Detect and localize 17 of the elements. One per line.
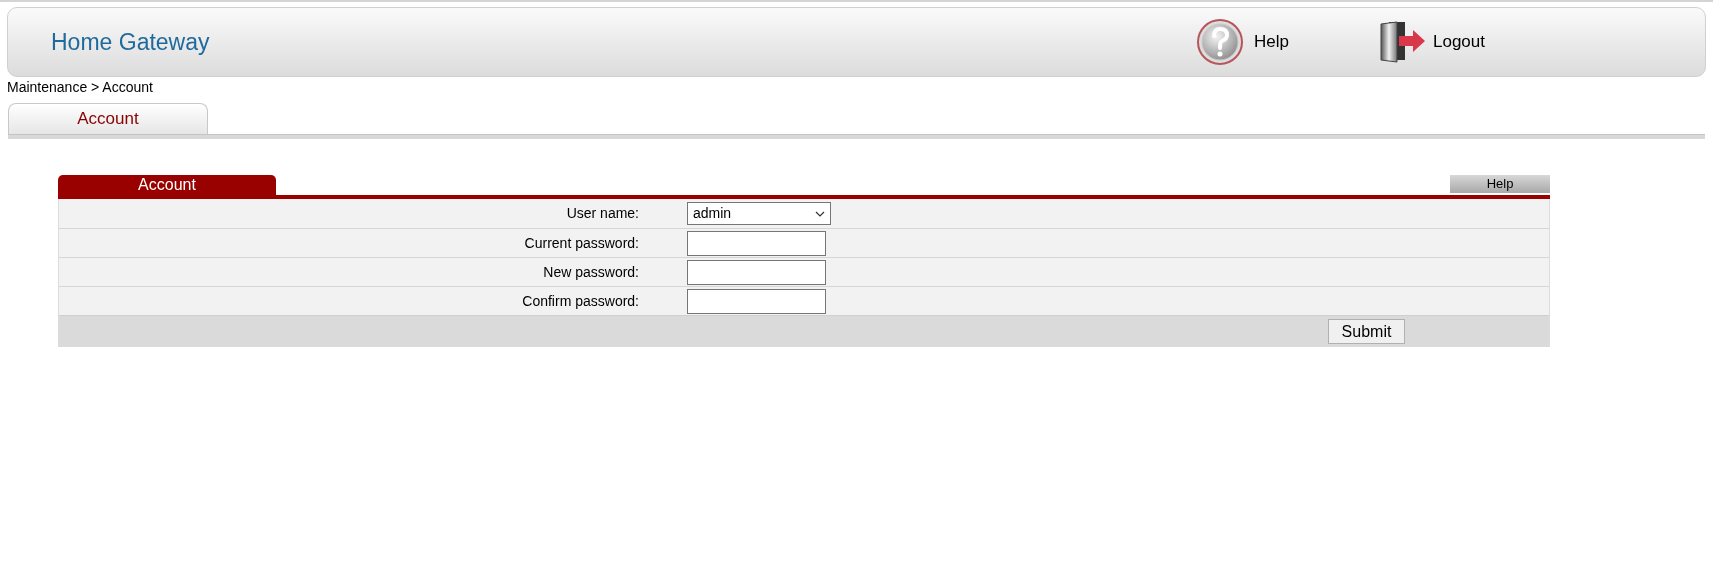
field-label: User name:	[565, 204, 639, 223]
field-label: Confirm password:	[521, 291, 639, 311]
help-link[interactable]: Help	[1254, 29, 1289, 55]
password-field[interactable]	[687, 230, 826, 256]
help-button[interactable]: Help	[1450, 175, 1550, 193]
password-field[interactable]	[687, 288, 826, 314]
logout-link[interactable]: Logout	[1433, 29, 1485, 55]
question-mark-icon[interactable]	[1196, 18, 1245, 66]
chevron-down-icon	[815, 210, 825, 217]
field-label: Current password:	[523, 233, 639, 253]
password-field[interactable]	[687, 259, 826, 285]
breadcrumb: Maintenance > Account	[6, 78, 154, 96]
submit-button[interactable]: Submit	[1328, 319, 1405, 344]
field-label: New password:	[542, 262, 639, 282]
user-select[interactable]: admin	[687, 202, 831, 225]
tab[interactable]: Account	[8, 103, 208, 134]
app-title: Home Gateway	[51, 27, 210, 57]
